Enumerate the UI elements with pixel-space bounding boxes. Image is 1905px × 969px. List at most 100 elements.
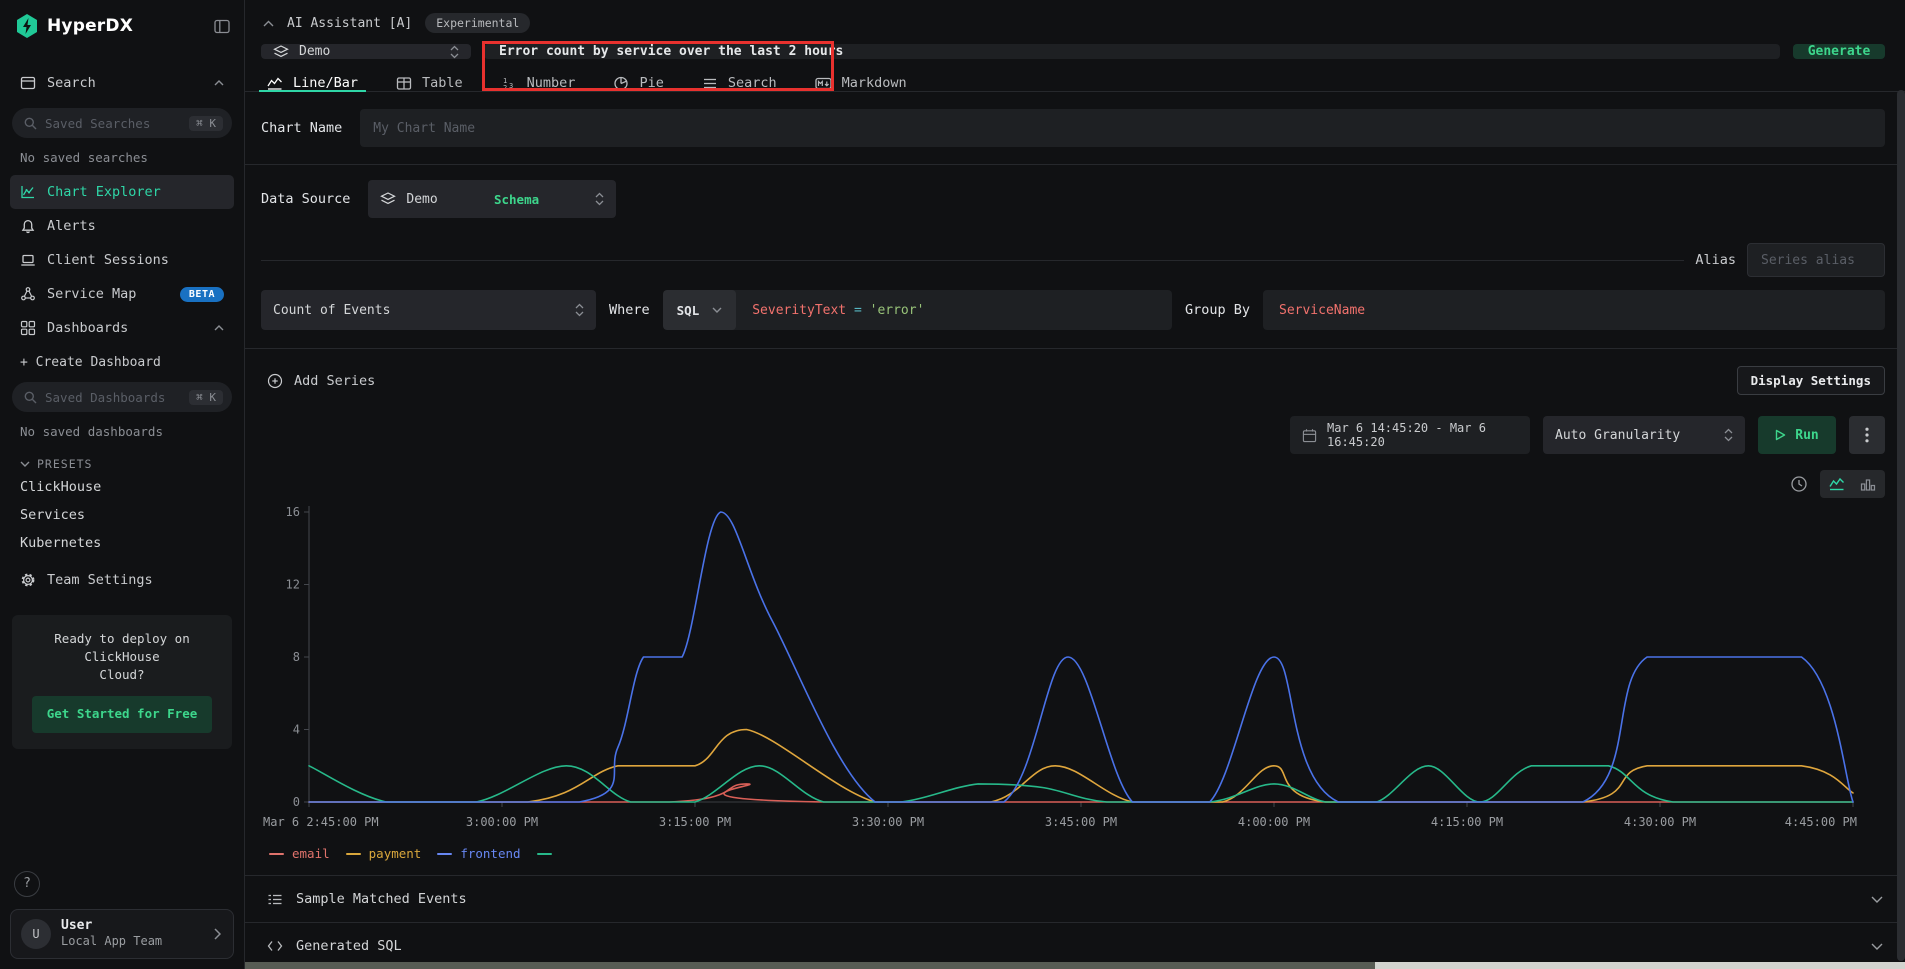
ai-source-select[interactable]: Demo	[261, 44, 471, 59]
tab-markdown[interactable]: Markdown	[815, 75, 907, 91]
saved-dashboards-field[interactable]	[45, 390, 181, 405]
svg-text:4:30:00 PM: 4:30:00 PM	[1624, 815, 1696, 829]
sidebar-item-search[interactable]: Search	[10, 66, 234, 100]
display-settings-button[interactable]: Display Settings	[1737, 366, 1885, 395]
chevron-right-icon	[214, 928, 221, 940]
chart-name-input[interactable]	[360, 109, 1885, 147]
granularity-value: Auto Granularity	[1555, 428, 1680, 443]
data-source-select[interactable]: Demo Schema	[368, 180, 616, 218]
kebab-icon	[1865, 427, 1869, 443]
legend-label: email	[292, 846, 330, 861]
horizontal-scrollbar-thumb[interactable]	[1375, 962, 1905, 969]
plus-circle-icon	[267, 373, 283, 389]
schema-link[interactable]: Schema	[494, 192, 539, 207]
preset-services[interactable]: Services	[10, 501, 234, 529]
sidebar-item-label: Alerts	[47, 218, 96, 234]
tab-search[interactable]: Search	[702, 75, 777, 91]
legend-label: frontend	[460, 846, 520, 861]
granularity-select[interactable]: Auto Granularity	[1543, 416, 1745, 454]
saved-searches-empty-text: No saved searches	[10, 144, 234, 175]
sample-matched-events-row[interactable]: Sample Matched Events	[245, 875, 1905, 922]
sidebar-item-client-sessions[interactable]: Client Sessions	[10, 243, 234, 277]
app-window: HyperDX Search	[0, 0, 1905, 969]
svg-text:2: 2	[503, 84, 507, 91]
legend-item-email[interactable]: email	[269, 846, 330, 861]
where-expression-input[interactable]: SeverityText = 'error'	[736, 303, 940, 318]
horizontal-scrollbar[interactable]	[245, 962, 1905, 969]
create-dashboard-button[interactable]: + Create Dashboard	[10, 345, 234, 374]
search-icon	[24, 391, 37, 404]
series-frontend	[309, 512, 1853, 802]
presets-section-toggle[interactable]: PRESETS	[10, 449, 234, 473]
sidebar-item-chart-explorer[interactable]: Chart Explorer	[10, 175, 234, 209]
time-range-picker[interactable]: Mar 6 14:45:20 - Mar 6 16:45:20	[1290, 416, 1530, 454]
preset-clickhouse[interactable]: ClickHouse	[10, 473, 234, 501]
bar-chart-toggle[interactable]	[1854, 473, 1882, 495]
chart-name-label: Chart Name	[261, 120, 342, 136]
chevron-updown-icon	[575, 303, 584, 317]
generated-sql-label: Generated SQL	[296, 938, 402, 954]
preset-kubernetes[interactable]: Kubernetes	[10, 529, 234, 557]
run-button[interactable]: Run	[1758, 416, 1836, 454]
alias-label: Alias	[1695, 252, 1736, 268]
svg-text:4:15:00 PM: 4:15:00 PM	[1431, 815, 1503, 829]
event-list-icon	[267, 892, 283, 907]
user-menu[interactable]: U User Local App Team	[10, 909, 234, 959]
sidebar-item-dashboards[interactable]: Dashboards	[10, 311, 234, 345]
svg-text:3:15:00 PM: 3:15:00 PM	[659, 815, 731, 829]
tab-pie[interactable]: Pie	[613, 75, 663, 91]
sidebar-item-label: Client Sessions	[47, 252, 169, 268]
saved-dashboards-input[interactable]: ⌘ K	[12, 382, 232, 412]
user-team: Local App Team	[61, 934, 204, 950]
svg-text:3:45:00 PM: 3:45:00 PM	[1045, 815, 1117, 829]
time-format-toggle[interactable]	[1790, 475, 1808, 493]
group-by-input[interactable]: ServiceName	[1263, 290, 1885, 330]
visualization-tabs: Line/Bar Table 123 Number Pie	[245, 75, 1905, 92]
query-language-select[interactable]: SQL	[663, 290, 737, 330]
pie-chart-icon	[613, 75, 629, 91]
alias-input[interactable]	[1747, 243, 1885, 277]
sidebar-item-alerts[interactable]: Alerts	[10, 209, 234, 243]
chart-plot[interactable]: 0481216Mar 6 2:45:00 PM3:00:00 PM3:15:00…	[261, 500, 1861, 838]
svg-text:0: 0	[293, 795, 300, 809]
ai-collapse-chevron-up-icon[interactable]	[263, 20, 274, 27]
saved-searches-input[interactable]: ⌘ K	[12, 108, 232, 138]
more-options-button[interactable]	[1849, 416, 1885, 454]
sidebar-collapse-icon[interactable]	[214, 19, 230, 34]
tab-label: Pie	[639, 75, 663, 91]
where-input-group: SQL SeverityText = 'error'	[663, 290, 1172, 330]
experimental-badge: Experimental	[425, 13, 530, 33]
tab-label: Markdown	[842, 75, 907, 91]
svg-text:4: 4	[293, 723, 300, 737]
chevron-down-icon	[20, 461, 30, 467]
ai-prompt-input[interactable]	[499, 44, 1765, 59]
get-started-button[interactable]: Get Started for Free	[32, 696, 213, 732]
svg-text:16: 16	[286, 505, 300, 519]
presets-label-text: PRESETS	[37, 457, 92, 471]
data-source-label: Data Source	[261, 191, 350, 207]
aggregation-select[interactable]: Count of Events	[261, 290, 596, 330]
calendar-icon	[1302, 428, 1317, 443]
sidebar-item-service-map[interactable]: Service Map BETA	[10, 277, 234, 311]
generate-button[interactable]: Generate	[1793, 44, 1885, 59]
line-chart-toggle[interactable]	[1823, 473, 1851, 495]
legend-dash	[346, 853, 361, 855]
legend-item-payment[interactable]: payment	[346, 846, 422, 861]
help-button[interactable]: ?	[14, 871, 40, 897]
chevron-up-icon	[214, 80, 224, 86]
saved-searches-field[interactable]	[45, 116, 181, 131]
legend-item-frontend[interactable]: frontend	[437, 846, 520, 861]
series-payment	[309, 730, 1853, 803]
tab-table[interactable]: Table	[396, 75, 463, 91]
legend-item-unnamed[interactable]	[537, 853, 552, 855]
sidebar-item-team-settings[interactable]: Team Settings	[10, 563, 234, 597]
hotkey-badge: ⌘ K	[189, 390, 223, 405]
tab-label: Search	[728, 75, 777, 91]
hotkey-badge: ⌘ K	[189, 116, 223, 131]
add-series-button[interactable]: Add Series	[261, 373, 375, 389]
saved-dashboards-empty-text: No saved dashboards	[10, 418, 234, 449]
tab-line-bar[interactable]: Line/Bar	[267, 75, 358, 91]
tab-number[interactable]: 123 Number	[501, 75, 576, 91]
vertical-scrollbar[interactable]	[1897, 90, 1905, 961]
tab-label: Number	[527, 75, 576, 91]
